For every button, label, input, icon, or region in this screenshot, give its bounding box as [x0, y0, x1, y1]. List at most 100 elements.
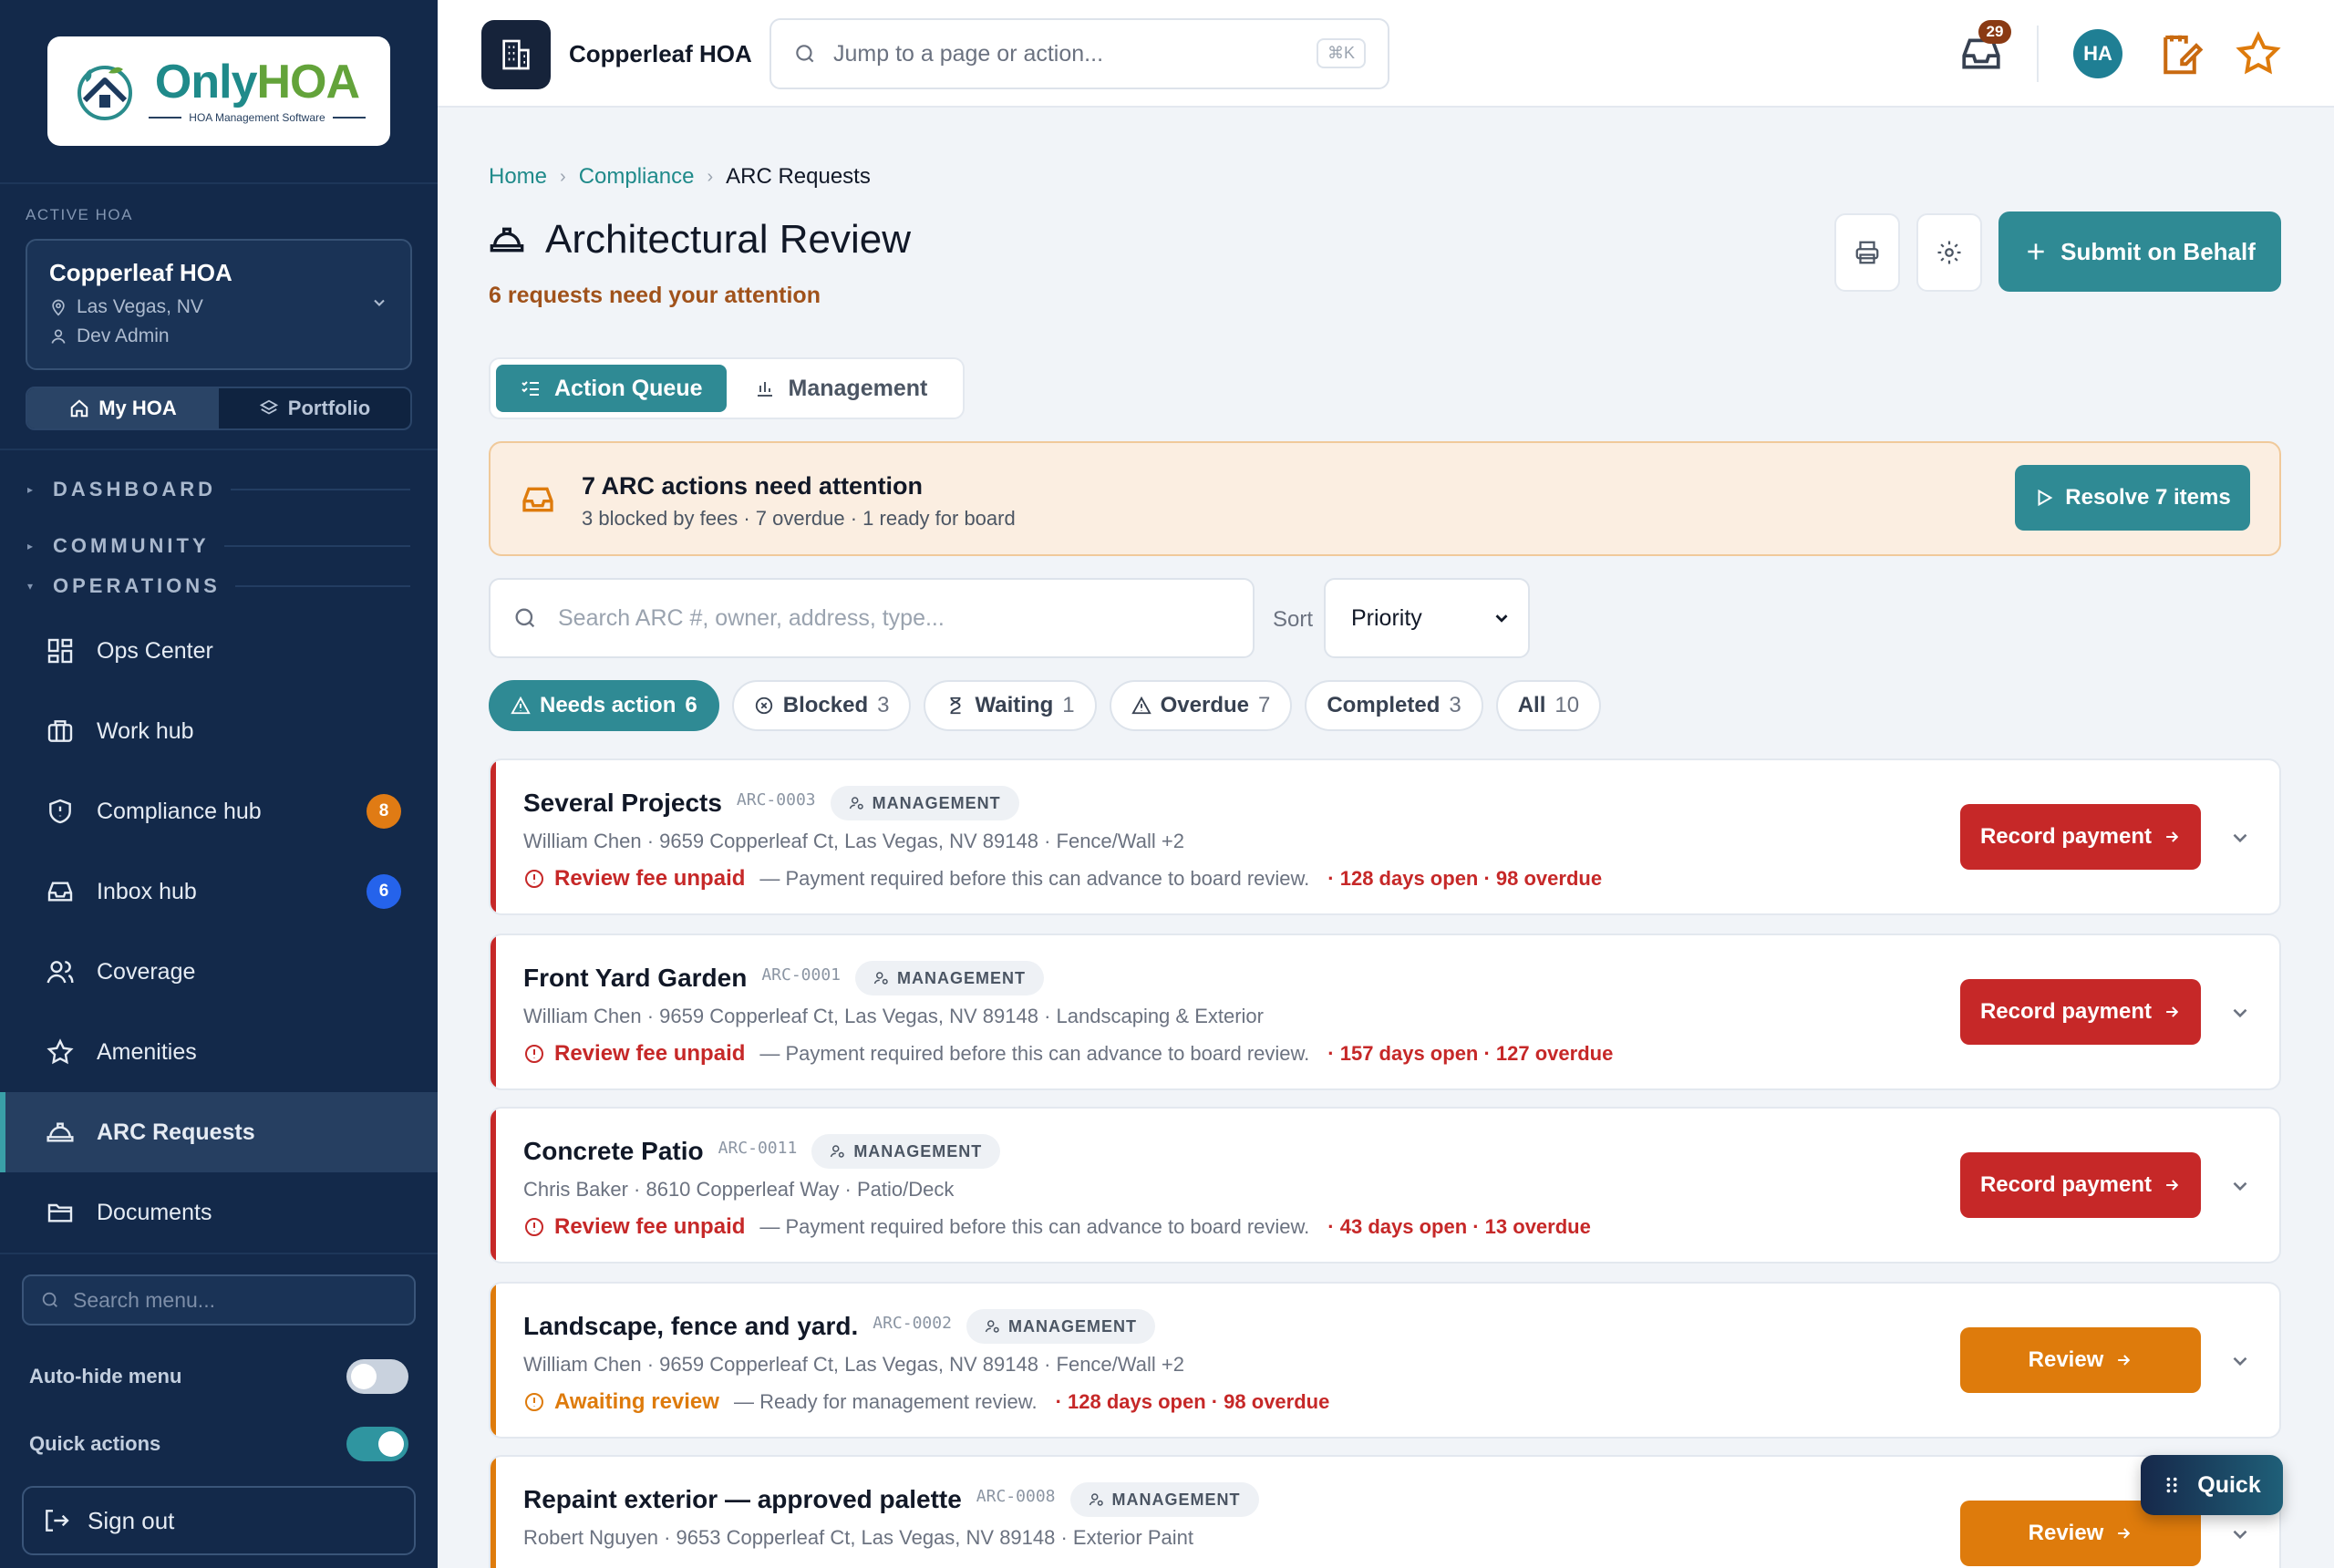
- hardhat-icon: [490, 227, 524, 253]
- filter-count: 3: [1449, 693, 1461, 717]
- tab-action-queue[interactable]: Action Queue: [496, 365, 727, 412]
- auto-hide-row: Auto-hide menu: [29, 1357, 408, 1397]
- app-logo[interactable]: OnlyHOA HOA Management Software: [47, 36, 390, 146]
- request-card[interactable]: Repaint exterior — approved palette ARC-…: [489, 1455, 2281, 1568]
- filter-needs-action[interactable]: Needs action 6: [489, 680, 719, 731]
- action-label: Record payment: [1979, 824, 2153, 849]
- user-avatar[interactable]: HA: [2073, 29, 2122, 78]
- banner-title: 7 ARC actions need attention: [582, 472, 924, 500]
- breadcrumb-compliance[interactable]: Compliance: [579, 164, 695, 190]
- resolve-items-button[interactable]: Resolve 7 items: [2015, 465, 2250, 531]
- filter-overdue[interactable]: Overdue 7: [1109, 680, 1293, 731]
- hoa-name: Copperleaf HOA: [49, 259, 232, 286]
- user-cog-icon: [1089, 1493, 1103, 1506]
- hoa-building-button[interactable]: [481, 20, 551, 89]
- quick-actions-button-label: Quick: [2197, 1471, 2261, 1498]
- chevron-down-icon[interactable]: [2228, 1001, 2252, 1025]
- chevron-down-icon[interactable]: [2228, 1349, 2252, 1373]
- request-overdue: · 157 days open · 127 overdue: [1327, 1042, 1614, 1065]
- sidebar-item-label: Amenities: [97, 1038, 197, 1065]
- chevron-down-icon[interactable]: [2228, 826, 2252, 850]
- notes-button[interactable]: [2155, 29, 2205, 83]
- request-tag-label: MANAGEMENT: [872, 793, 1001, 812]
- sidebar-item-arc-requests[interactable]: ARC Requests: [0, 1092, 438, 1172]
- hoa-switcher[interactable]: Copperleaf HOA Las Vegas, NV Dev Admin: [26, 239, 412, 370]
- request-note: — Payment required before this can advan…: [759, 1042, 1310, 1065]
- menu-search-input[interactable]: Search menu...: [22, 1274, 416, 1326]
- scope-my-hoa[interactable]: My HOA: [27, 388, 219, 428]
- sidebar-item-ops-center[interactable]: Ops Center: [0, 611, 438, 691]
- action-label: Record payment: [1979, 999, 2153, 1024]
- section-community[interactable]: ▸ COMMUNITY: [27, 532, 410, 560]
- record-payment-button[interactable]: Record payment: [1960, 979, 2201, 1045]
- submit-on-behalf-button[interactable]: Submit on Behalf: [1998, 211, 2281, 292]
- menu-search-placeholder: Search menu...: [73, 1287, 215, 1312]
- user-icon: [51, 329, 66, 344]
- grid-icon: [47, 638, 73, 664]
- sidebar-item-amenities[interactable]: Amenities: [0, 1012, 438, 1092]
- alert-triangle-icon: [1131, 696, 1152, 715]
- sidebar-item-compliance-hub[interactable]: Compliance hub 8: [0, 771, 438, 851]
- quick-actions-toggle[interactable]: [346, 1427, 408, 1461]
- divider: [0, 182, 438, 184]
- request-card[interactable]: Front Yard Garden ARC-0001 MANAGEMENT Wi…: [489, 934, 2281, 1090]
- chevron-down-icon: [374, 299, 385, 306]
- section-operations[interactable]: ▾ OPERATIONS: [27, 573, 410, 600]
- chevron-down-icon[interactable]: [2228, 1522, 2252, 1546]
- sort-select[interactable]: Priority: [1324, 578, 1530, 658]
- search-icon: [42, 1292, 57, 1307]
- arc-search-input[interactable]: Search ARC #, owner, address, type...: [489, 578, 1255, 658]
- section-dashboard[interactable]: ▸ DASHBOARD: [27, 476, 410, 503]
- settings-button[interactable]: [1916, 213, 1982, 292]
- gear-icon: [1937, 241, 1961, 264]
- filter-completed[interactable]: Completed 3: [1305, 680, 1483, 731]
- command-search-input[interactable]: Jump to a page or action... ⌘K: [769, 18, 1389, 89]
- divider: [2037, 26, 2039, 82]
- breadcrumb-home[interactable]: Home: [489, 164, 547, 190]
- filter-all[interactable]: All 10: [1495, 680, 1602, 731]
- filter-blocked[interactable]: Blocked 3: [731, 680, 912, 731]
- record-payment-button[interactable]: Record payment: [1960, 804, 2201, 870]
- filter-label: Overdue: [1160, 693, 1249, 717]
- chevron-down-icon: [1495, 614, 1508, 623]
- quick-actions-label: Quick actions: [29, 1432, 161, 1455]
- filter-count: 1: [1062, 693, 1075, 717]
- filter-waiting[interactable]: Waiting 1: [924, 680, 1097, 731]
- shield-icon: [49, 799, 71, 824]
- sign-out-label: Sign out: [88, 1506, 175, 1534]
- request-tag-label: MANAGEMENT: [853, 1141, 983, 1161]
- sidebar-item-inbox-hub[interactable]: Inbox hub 6: [0, 851, 438, 932]
- print-button[interactable]: [1834, 213, 1900, 292]
- view-tabs: Action Queue Management: [489, 357, 965, 419]
- request-card[interactable]: Concrete Patio ARC-0011 MANAGEMENT Chris…: [489, 1107, 2281, 1264]
- request-card[interactable]: Several Projects ARC-0003 MANAGEMENT Wil…: [489, 758, 2281, 915]
- inbox-button[interactable]: 29: [1958, 20, 2011, 81]
- sidebar-item-documents[interactable]: Documents: [0, 1172, 438, 1253]
- favorite-button[interactable]: [2234, 29, 2283, 83]
- inbox-badge: 6: [367, 874, 401, 909]
- divider: [0, 1253, 438, 1254]
- sidebar-item-coverage[interactable]: Coverage: [0, 932, 438, 1012]
- scope-portfolio[interactable]: Portfolio: [219, 388, 410, 428]
- request-id: ARC-0003: [736, 789, 816, 810]
- tab-management[interactable]: Management: [730, 365, 952, 412]
- tab-action-queue-label: Action Queue: [554, 375, 703, 401]
- review-button[interactable]: Review: [1960, 1327, 2201, 1393]
- request-card[interactable]: Landscape, fence and yard. ARC-0002 MANA…: [489, 1282, 2281, 1439]
- alert-triangle-icon: [511, 696, 531, 715]
- sign-out-button[interactable]: Sign out: [22, 1486, 416, 1555]
- request-tag: MANAGEMENT: [811, 1134, 1001, 1169]
- sidebar-item-label: Inbox hub: [97, 878, 197, 904]
- divider: [0, 449, 438, 450]
- record-payment-button[interactable]: Record payment: [1960, 1152, 2201, 1218]
- quick-actions-button[interactable]: Quick: [2141, 1455, 2283, 1515]
- request-status: Review fee unpaid: [554, 1041, 746, 1066]
- sidebar-item-label: ARC Requests: [97, 1119, 255, 1145]
- breadcrumb-separator: ›: [560, 166, 566, 187]
- logout-icon: [46, 1510, 69, 1532]
- request-status: Review fee unpaid: [554, 866, 746, 891]
- dots-grid-icon: [2166, 1477, 2177, 1493]
- auto-hide-toggle[interactable]: [346, 1359, 408, 1394]
- chevron-down-icon[interactable]: [2228, 1174, 2252, 1198]
- sidebar-item-work-hub[interactable]: Work hub: [0, 691, 438, 771]
